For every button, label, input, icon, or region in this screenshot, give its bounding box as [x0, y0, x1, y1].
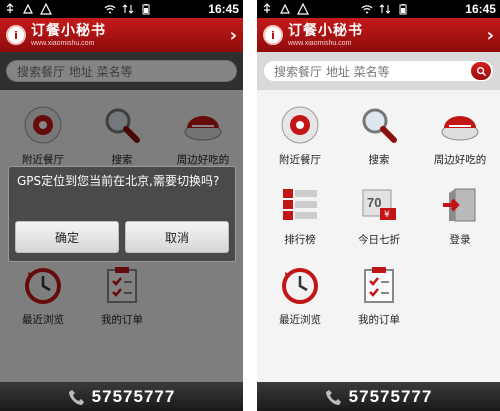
tile-nearby[interactable]: 附近餐厅 [260, 104, 340, 174]
tile-label: 排行榜 [284, 234, 316, 246]
sync-icon [122, 3, 134, 15]
brand-url: www.xiaomishu.com [288, 39, 352, 47]
tile-label: 附近餐厅 [279, 154, 321, 166]
chevron-right-icon[interactable]: › [487, 25, 494, 46]
magnifier-icon [356, 104, 402, 146]
tile-today-discount[interactable]: 70 ¥ 今日七折 [339, 184, 419, 254]
tile-orders[interactable]: 我的订单 [339, 264, 419, 334]
phone-screen-left: 16:45 i 订餐小秘书 www.xiaomishu.com › 搜索餐厅 地… [0, 0, 243, 411]
hotline-bar[interactable]: 57575777 [257, 382, 500, 411]
brand-name: 订餐小秘书 [31, 22, 106, 39]
hotline-number: 57575777 [348, 386, 433, 406]
app-header: i 订餐小秘书 www.xiaomishu.com › [0, 18, 243, 52]
search-button[interactable] [471, 62, 491, 80]
confirm-button[interactable]: 确定 [15, 221, 119, 253]
chevron-right-icon[interactable]: › [230, 25, 237, 46]
status-time: 16:45 [208, 2, 239, 16]
tile-label: 今日七折 [358, 234, 400, 246]
tile-around-food[interactable]: 周边好吃的 [420, 104, 500, 174]
search-placeholder: 搜索餐厅 地址 菜名等 [274, 64, 390, 79]
gps-switch-dialog: GPS定位到您当前在北京,需要切换吗? 确定 取消 [8, 166, 236, 262]
phone-icon [325, 389, 341, 405]
food-bowl-icon [437, 104, 483, 146]
brand-name: 订餐小秘书 [288, 22, 363, 39]
hotline-bar[interactable]: 57575777 [0, 382, 243, 411]
battery-icon [140, 3, 152, 15]
wifi-icon [361, 3, 373, 15]
debug-icon [279, 3, 291, 15]
debug-icon [22, 3, 34, 15]
location-target-icon [277, 104, 323, 146]
tile-label: 最近浏览 [279, 314, 321, 326]
usb-icon [261, 3, 273, 15]
feature-grid: 附近餐厅 搜索 周边好吃的 排行榜 70 ¥ 今日七折 登录 最近浏览 我的订单 [257, 90, 500, 382]
app-logo-icon: i [263, 25, 283, 45]
status-time: 16:45 [465, 2, 496, 16]
discount-tag-icon: 70 ¥ [356, 184, 402, 226]
login-door-icon [437, 184, 483, 226]
clock-icon [277, 264, 323, 306]
warning-icon [297, 3, 309, 15]
hotline-number: 57575777 [91, 386, 176, 406]
tile-recent[interactable]: 最近浏览 [260, 264, 340, 334]
app-logo-icon: i [6, 25, 26, 45]
tile-label: 周边好吃的 [433, 154, 487, 166]
phone-icon [68, 389, 84, 405]
phone-screen-right: 16:45 i 订餐小秘书 www.xiaomishu.com › 搜索餐厅 地… [257, 0, 500, 411]
search-input[interactable]: 搜索餐厅 地址 菜名等 [263, 60, 494, 82]
tile-label: 搜索 [368, 154, 390, 166]
brand-url: www.xiaomishu.com [31, 39, 95, 47]
search-bar: 搜索餐厅 地址 菜名等 [257, 52, 500, 90]
checklist-icon [356, 264, 402, 306]
svg-text:¥: ¥ [384, 210, 390, 220]
wifi-icon [104, 3, 116, 15]
ranking-list-icon [277, 184, 323, 226]
status-bar: 16:45 [257, 0, 500, 18]
tile-label: 登录 [449, 234, 471, 246]
tile-login[interactable]: 登录 [420, 184, 500, 254]
discount-badge-text: 70 [367, 195, 381, 210]
tile-label: 我的订单 [358, 314, 400, 326]
sync-icon [379, 3, 391, 15]
usb-icon [4, 3, 16, 15]
dialog-message: GPS定位到您当前在北京,需要切换吗? [17, 174, 220, 188]
app-header: i 订餐小秘书 www.xiaomishu.com › [257, 18, 500, 52]
status-bar: 16:45 [0, 0, 243, 18]
search-icon [476, 66, 486, 76]
tile-ranking[interactable]: 排行榜 [260, 184, 340, 254]
battery-icon [397, 3, 409, 15]
tile-search[interactable]: 搜索 [339, 104, 419, 174]
cancel-button[interactable]: 取消 [125, 221, 229, 253]
warning-icon [40, 3, 52, 15]
